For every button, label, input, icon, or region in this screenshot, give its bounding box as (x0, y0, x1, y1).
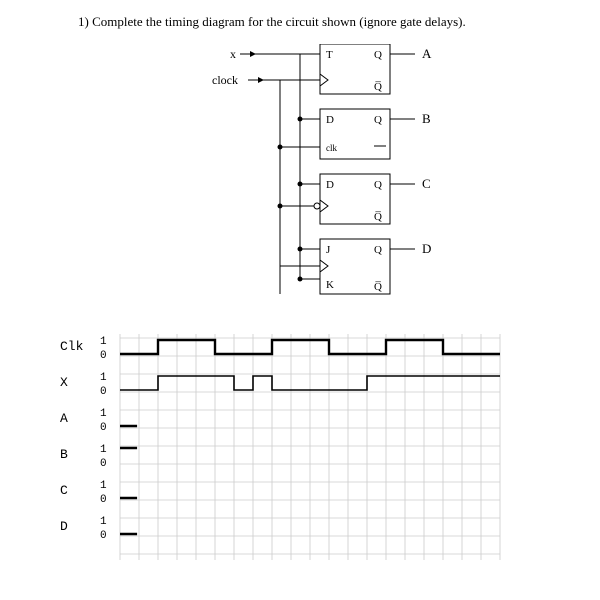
svg-text:K: K (326, 279, 334, 291)
svg-text:A: A (60, 411, 68, 426)
svg-text:1: 1 (100, 336, 107, 348)
svg-text:Q: Q (374, 114, 382, 126)
clock-label: clock (212, 73, 238, 87)
timing-signals: Clk 1 0 X 1 0 A 1 0 B 1 0 C 1 0 D 1 0 (60, 336, 500, 542)
page: 1) Complete the timing diagram for the c… (0, 0, 600, 600)
svg-text:1: 1 (100, 480, 107, 492)
out-A: A (422, 46, 432, 61)
svg-text:Q: Q (374, 244, 382, 256)
flipflop-D: J K Q Q̅ D (280, 239, 431, 294)
svg-text:0: 0 (100, 386, 107, 398)
svg-text:1: 1 (100, 372, 107, 384)
question-text: 1) Complete the timing diagram for the c… (78, 14, 466, 30)
x-label: x (230, 47, 236, 61)
svg-text:clk: clk (326, 143, 337, 153)
svg-text:D: D (326, 114, 334, 126)
svg-text:X: X (60, 375, 68, 390)
out-C: C (422, 176, 431, 191)
svg-text:0: 0 (100, 350, 107, 362)
circuit-diagram: x clock T Q Q̅ A D clk Q (210, 44, 470, 314)
svg-text:Q: Q (374, 49, 382, 61)
flipflop-A: T Q Q̅ A (320, 44, 432, 94)
svg-text:D: D (326, 179, 334, 191)
svg-text:0: 0 (100, 422, 107, 434)
out-B: B (422, 111, 431, 126)
svg-text:C: C (60, 483, 68, 498)
svg-text:1: 1 (100, 408, 107, 420)
svg-text:Q̅: Q̅ (374, 81, 382, 93)
svg-text:Q: Q (374, 179, 382, 191)
flipflop-B: D clk Q B (278, 109, 432, 159)
out-D: D (422, 241, 431, 256)
svg-text:Q̅: Q̅ (374, 281, 382, 293)
svg-text:Q̅: Q̅ (374, 211, 382, 223)
svg-text:Clk: Clk (60, 339, 84, 354)
svg-text:0: 0 (100, 530, 107, 542)
svg-text:1: 1 (100, 516, 107, 528)
timing-diagram: Clk 1 0 X 1 0 A 1 0 B 1 0 C 1 0 D 1 0 (60, 330, 520, 580)
arrow-icon (258, 77, 264, 83)
svg-text:D: D (60, 519, 68, 534)
svg-text:T: T (326, 49, 333, 61)
svg-text:0: 0 (100, 458, 107, 470)
svg-text:0: 0 (100, 494, 107, 506)
timing-grid (120, 334, 500, 560)
svg-text:B: B (60, 447, 68, 462)
arrow-icon (250, 51, 256, 57)
svg-text:1: 1 (100, 444, 107, 456)
svg-text:J: J (326, 244, 331, 256)
neg-edge-icon (314, 203, 320, 209)
